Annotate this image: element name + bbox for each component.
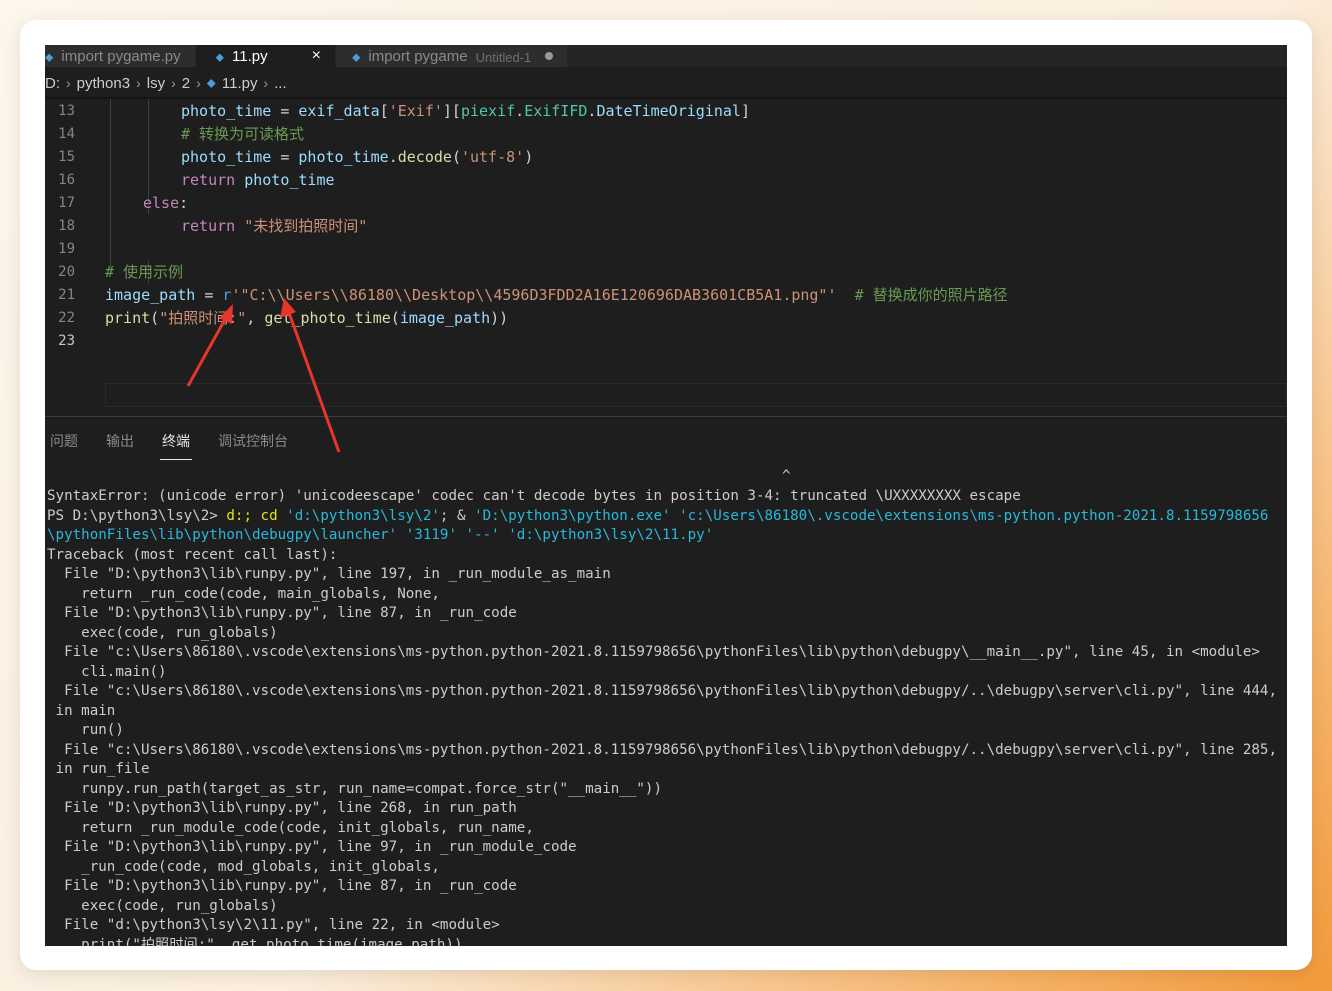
traceback-line: exec(code, run_globals): [47, 897, 278, 914]
code-line: 21 image_path = r'"C:\\Users\\86180\\Des…: [45, 283, 1287, 306]
panel-divider: [45, 416, 1287, 417]
traceback-line: Traceback (most recent call last):: [47, 546, 338, 563]
traceback-line: File "D:\python3\lib\runpy.py", line 197…: [47, 566, 611, 582]
current-line-highlight: [105, 383, 1287, 407]
breadcrumb-python3[interactable]: python3: [77, 75, 130, 92]
breadcrumb-lsy[interactable]: lsy: [147, 75, 165, 92]
tab-import-pygame-py[interactable]: ⬥ import pygame.py: [45, 45, 196, 67]
code-editor[interactable]: 13 photo_time = exif_data['Exif'][piexif…: [45, 99, 1287, 417]
code-text: return photo_time: [181, 170, 335, 189]
traceback-line: File "c:\Users\86180\.vscode\extensions\…: [47, 741, 1277, 758]
traceback-line: File "D:\python3\lib\runpy.py", line 87,…: [47, 605, 517, 621]
traceback-line: return _run_code(code, main_globals, Non…: [47, 585, 440, 602]
code-line: 22 print("拍照时间:", get_photo_time(image_p…: [45, 306, 1287, 329]
chevron-right-icon: ›: [263, 75, 269, 91]
breadcrumb-drive[interactable]: D:: [45, 75, 60, 92]
line-number: 22: [58, 309, 75, 326]
line-number: 18: [58, 217, 75, 234]
traceback-line: File "c:\Users\86180\.vscode\extensions\…: [47, 644, 1260, 660]
line-number: 13: [58, 102, 75, 119]
code-text: photo_time = photo_time.decode('utf-8'): [181, 147, 534, 166]
python-file-icon: ⬥: [351, 50, 361, 64]
tab-label: import pygame: [368, 48, 468, 65]
ps-command-line: PS D:\python3\lsy\2> d:; cd 'd:\python3\…: [47, 507, 1269, 524]
code-text: else:: [143, 193, 189, 212]
panel-tabs: 问题 输出 终端 调试控制台: [45, 430, 311, 460]
chevron-right-icon: ›: [136, 75, 141, 91]
line-number: 17: [58, 194, 75, 211]
traceback-line: runpy.run_path(target_as_str, run_name=c…: [47, 780, 662, 797]
code-line: 13 photo_time = exif_data['Exif'][piexif…: [45, 99, 1287, 122]
traceback-line: return _run_module_code(code, init_globa…: [47, 819, 534, 836]
code-line: 18 return "未找到拍照时间": [45, 214, 1287, 237]
tab-label: import pygame.py: [61, 48, 181, 65]
chevron-right-icon: ›: [196, 75, 201, 91]
line-number: 23: [58, 332, 75, 349]
traceback-line: in main: [47, 702, 116, 719]
python-file-icon: ⬥: [45, 50, 54, 64]
code-line: 17 else:: [45, 191, 1287, 214]
breadcrumb-more[interactable]: ...: [274, 75, 287, 92]
traceback-line: cli.main(): [47, 663, 167, 680]
traceback-line: run(): [47, 722, 124, 738]
comment: # 使用示例: [105, 263, 184, 281]
traceback-line: File "d:\python3\lsy\2\11.py", line 22, …: [47, 917, 500, 933]
chevron-right-icon: ›: [66, 75, 71, 91]
tab-terminal[interactable]: 终端: [157, 430, 195, 460]
chevron-right-icon: ›: [171, 75, 176, 91]
breadcrumb-file[interactable]: 11.py: [222, 75, 258, 92]
code-text: print("拍照时间:", get_photo_time(image_path…: [105, 309, 509, 327]
line-number: 21: [58, 286, 75, 303]
unsaved-dot-icon[interactable]: [545, 52, 554, 60]
line-number: 19: [58, 240, 75, 257]
line-number: 20: [58, 263, 75, 280]
breadcrumb: D: › python3 › lsy › 2 › ⬥ 11.py › ...: [45, 71, 1287, 95]
code-line: 16 return photo_time: [45, 168, 1287, 191]
traceback-line: File "D:\python3\lib\runpy.py", line 87,…: [47, 878, 517, 894]
ps-command-continuation: \pythonFiles\lib\python\debugpy\launcher…: [47, 527, 714, 543]
code-line: 23: [45, 329, 1287, 352]
line-number: 14: [58, 125, 75, 142]
code-line: 19: [45, 237, 1287, 260]
tab-sublabel: Untitled-1: [475, 50, 532, 65]
python-file-icon: ⬥: [206, 75, 216, 90]
code-text: photo_time = exif_data['Exif'][piexif.Ex…: [181, 101, 750, 120]
traceback-line: File "D:\python3\lib\runpy.py", line 268…: [47, 800, 517, 816]
breadcrumb-2[interactable]: 2: [182, 75, 190, 92]
tab-label: 11.py: [232, 48, 268, 65]
code-line: 15 photo_time = photo_time.decode('utf-8…: [45, 145, 1287, 168]
editor-tab-bar: ⬥ import pygame.py ⬥ 11.py × ⬥ import py…: [45, 45, 1287, 67]
traceback-line: in run_file: [47, 761, 150, 777]
code-text: return "未找到拍照时间": [181, 217, 368, 235]
tab-problems[interactable]: 问题: [45, 430, 83, 460]
python-file-icon: ⬥: [215, 50, 225, 64]
code-line: 14 # 转换为可读格式: [45, 122, 1287, 145]
line-number: 15: [58, 148, 75, 165]
comment: # 转换为可读格式: [181, 125, 305, 143]
tab-output[interactable]: 输出: [101, 430, 139, 460]
traceback-line: exec(code, run_globals): [47, 624, 278, 641]
syntax-error-line: SyntaxError: (unicode error) 'unicodeesc…: [47, 488, 1021, 504]
line-number: 16: [58, 171, 75, 188]
error-caret: ^: [782, 468, 791, 484]
tab-import-pygame-untitled[interactable]: ⬥ import pygame Untitled-1: [335, 45, 569, 67]
tab-debug-console[interactable]: 调试控制台: [213, 430, 293, 460]
traceback-line: print("拍照时间:", get_photo_time(image_path…: [47, 936, 463, 947]
traceback-line: _run_code(code, mod_globals, init_global…: [47, 858, 440, 875]
traceback-line: File "c:\Users\86180\.vscode\extensions\…: [47, 683, 1277, 699]
code-text: image_path = r'"C:\\Users\\86180\\Deskto…: [105, 286, 1008, 304]
close-icon[interactable]: ×: [312, 47, 321, 65]
vscode-window: ⬥ import pygame.py ⬥ 11.py × ⬥ import py…: [45, 45, 1287, 946]
traceback-line: File "D:\python3\lib\runpy.py", line 97,…: [47, 839, 577, 855]
code-line: 20 # 使用示例: [45, 260, 1287, 283]
tab-11-py[interactable]: ⬥ 11.py ×: [195, 45, 336, 67]
